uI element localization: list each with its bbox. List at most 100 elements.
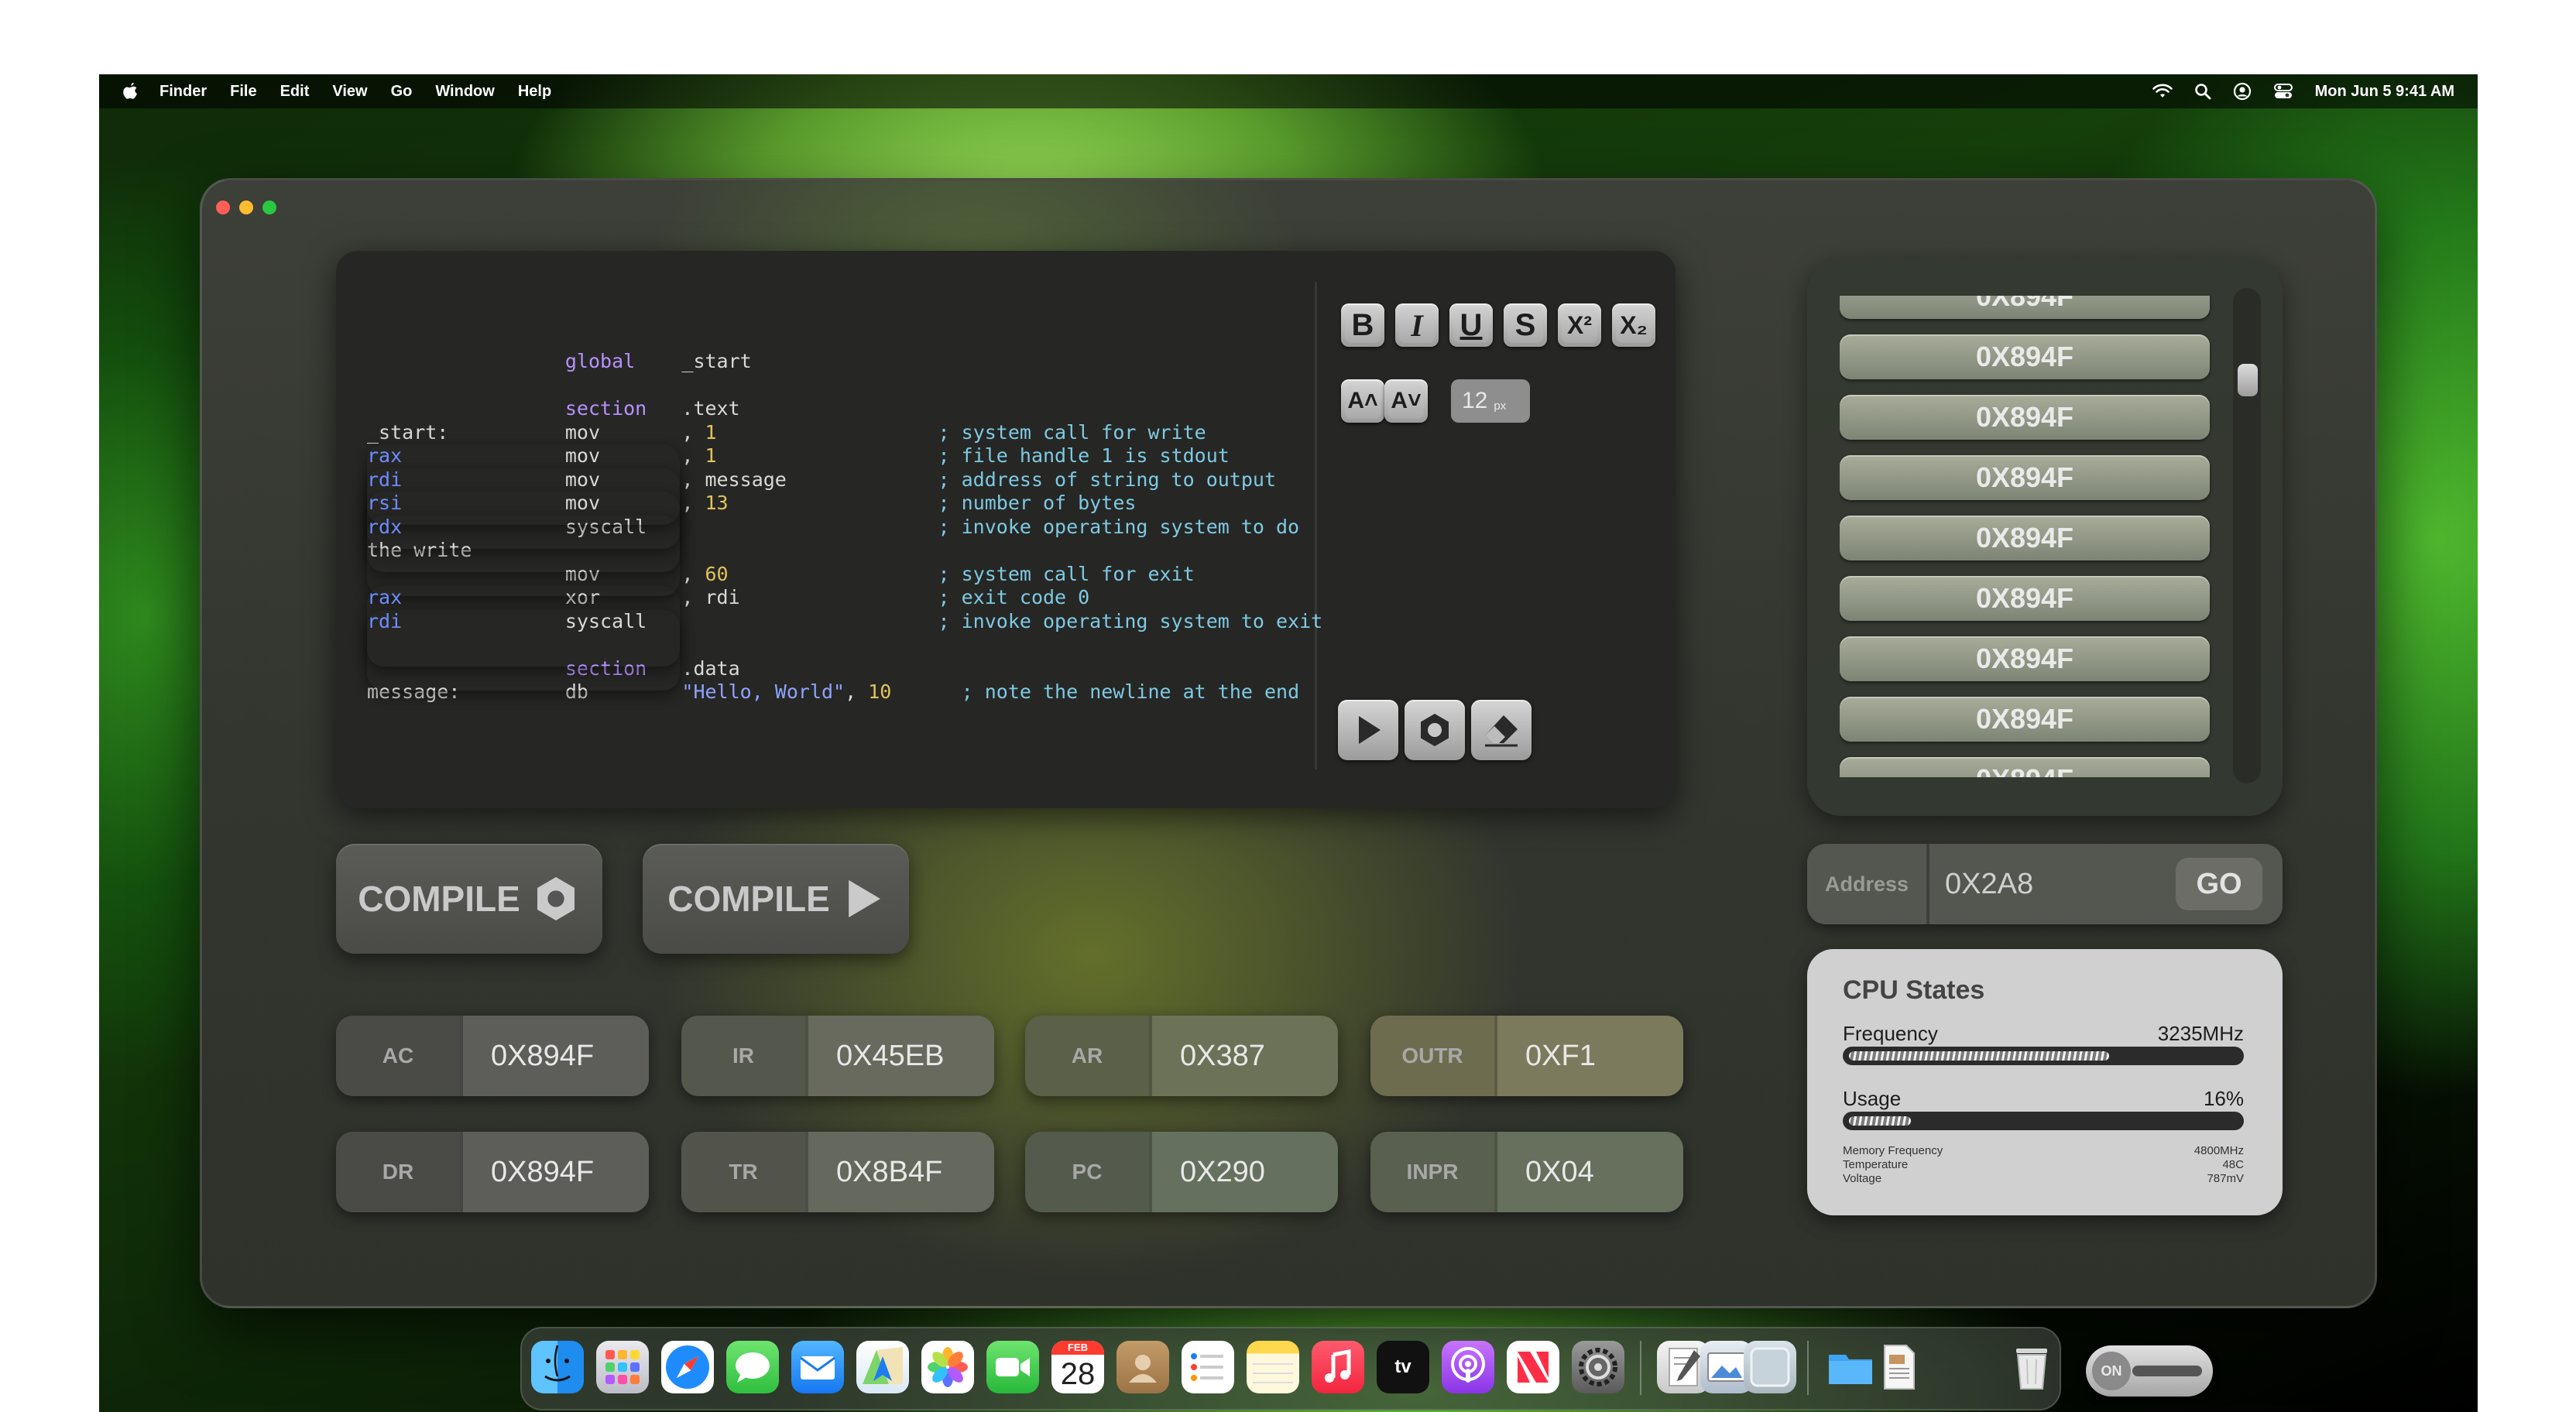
increase-font-size-icon: A˄ <box>1345 383 1381 419</box>
facetime-icon[interactable] <box>986 1341 1039 1393</box>
control-center-icon[interactable] <box>2273 83 2293 100</box>
menu-edit[interactable]: Edit <box>280 83 310 101</box>
menu-file[interactable]: File <box>230 83 256 101</box>
register-value[interactable]: 0X894F <box>460 1016 649 1096</box>
folder-icon[interactable] <box>1824 1341 1877 1393</box>
memory-cell[interactable]: 0X894F <box>1840 636 2210 681</box>
increase-font-size-button[interactable]: A˄ <box>1341 379 1384 423</box>
notes-icon[interactable] <box>1247 1341 1299 1393</box>
register-value[interactable]: 0X8B4F <box>805 1132 994 1212</box>
reminders-icon[interactable] <box>1182 1341 1234 1393</box>
news-icon[interactable] <box>1507 1341 1559 1393</box>
subscript-button[interactable]: X₂ <box>1612 303 1655 347</box>
memory-cell[interactable]: 0X894F <box>1840 757 2210 777</box>
power-toggle-track <box>2132 1366 2202 1376</box>
finder-icon[interactable] <box>531 1341 584 1393</box>
decrease-font-size-button[interactable]: A˅ <box>1384 379 1428 423</box>
system-settings-icon[interactable] <box>1572 1341 1624 1393</box>
usage-value: 16% <box>2203 1087 2244 1110</box>
font-size-field[interactable]: 12 px <box>1451 379 1530 423</box>
compile-assemble-label: COMPILE <box>358 879 520 919</box>
superscript-label: X² <box>1562 307 1597 343</box>
memory-cell[interactable]: 0X894F <box>1840 516 2210 560</box>
user-account-icon[interactable] <box>2233 82 2252 101</box>
clear-editor-button[interactable] <box>1471 700 1532 760</box>
menu-bar-clock[interactable]: Mon Jun 5 9:41 AM <box>2315 83 2454 101</box>
superscript-button[interactable]: X² <box>1558 303 1601 347</box>
apple-tv-icon[interactable]: tv <box>1377 1341 1429 1393</box>
address-label: Address <box>1807 844 1929 924</box>
underline-button[interactable]: U <box>1449 303 1493 347</box>
memory-list[interactable]: 0X894F 0X894F 0X894F 0X894F 0X894F 0X894… <box>1840 296 2213 777</box>
subscript-label: X₂ <box>1616 307 1652 343</box>
register-label: IR <box>681 1016 805 1096</box>
register-value[interactable]: 0X387 <box>1149 1016 1338 1096</box>
document-icon[interactable] <box>1872 1341 1925 1393</box>
register-value[interactable]: 0XF1 <box>1494 1016 1683 1096</box>
launchpad-icon[interactable] <box>596 1341 649 1393</box>
podcasts-icon[interactable] <box>1442 1341 1494 1393</box>
compile-run-button[interactable]: COMPILE <box>643 844 909 954</box>
memory-scroll-thumb[interactable] <box>2238 364 2258 396</box>
go-button[interactable]: GO <box>2176 858 2262 910</box>
menu-help[interactable]: Help <box>518 83 551 101</box>
compile-assemble-button[interactable]: COMPILE <box>336 844 602 954</box>
memory-cell[interactable]: 0X894F <box>1840 697 2210 742</box>
memory-cell[interactable]: 0X894F <box>1840 576 2210 621</box>
memory-cell[interactable]: 0X894F <box>1840 334 2210 379</box>
blank-window-icon[interactable] <box>1744 1341 1796 1393</box>
font-size-unit: px <box>1494 399 1507 413</box>
strikethrough-button[interactable]: S <box>1504 303 1547 347</box>
memory-cell[interactable]: 0X894F <box>1840 455 2210 500</box>
usage-bar-fill <box>1849 1116 1912 1126</box>
run-button[interactable] <box>1338 700 1398 760</box>
close-window-button[interactable] <box>216 200 230 214</box>
voltage-row: Voltage 787mV <box>1843 1172 2244 1185</box>
bold-button[interactable]: B <box>1341 303 1384 347</box>
trash-icon[interactable] <box>2005 1341 2058 1393</box>
frequency-value: 3235MHz <box>2157 1022 2244 1045</box>
photos-icon[interactable] <box>921 1341 974 1393</box>
calendar-icon[interactable]: FEB 28 <box>1051 1341 1104 1393</box>
register-value[interactable]: 0X45EB <box>805 1016 994 1096</box>
calendar-month: FEB <box>1051 1341 1104 1355</box>
contacts-icon[interactable] <box>1116 1341 1169 1393</box>
menu-window[interactable]: Window <box>435 83 494 101</box>
compile-run-label: COMPILE <box>667 879 830 919</box>
menu-go[interactable]: Go <box>391 83 413 101</box>
menu-app-name[interactable]: Finder <box>159 83 207 101</box>
register-value[interactable]: 0X290 <box>1149 1132 1338 1212</box>
zoom-window-button[interactable] <box>262 200 276 214</box>
italic-button[interactable]: I <box>1395 303 1439 347</box>
code-editor-panel: global _start section .text _start: mov … <box>336 251 1676 808</box>
minimize-window-button[interactable] <box>239 200 253 214</box>
menu-view[interactable]: View <box>332 83 367 101</box>
spotlight-search-icon[interactable] <box>2194 83 2211 100</box>
power-toggle[interactable]: ON <box>2086 1345 2213 1397</box>
register-ac: AC 0X894F <box>336 1016 649 1096</box>
music-icon[interactable] <box>1312 1341 1364 1393</box>
register-value[interactable]: 0X04 <box>1494 1132 1683 1212</box>
font-size-value: 12 <box>1462 388 1488 413</box>
wifi-icon[interactable] <box>2152 84 2173 99</box>
register-label: AC <box>336 1016 460 1096</box>
dock-separator <box>1807 1341 1809 1395</box>
register-value[interactable]: 0X894F <box>460 1132 649 1212</box>
temperature-row: Temperature 48C <box>1843 1158 2244 1171</box>
register-label: TR <box>681 1132 805 1212</box>
memory-scrollbar[interactable] <box>2233 288 2261 783</box>
apple-menu-icon[interactable] <box>122 82 139 101</box>
assemble-button[interactable] <box>1405 700 1465 760</box>
mail-icon[interactable] <box>791 1341 844 1393</box>
memory-cell[interactable]: 0X894F <box>1840 296 2210 319</box>
detail-label: Voltage <box>1843 1172 1882 1185</box>
messages-icon[interactable] <box>726 1341 779 1393</box>
code-editor-text[interactable]: global _start section .text _start: mov … <box>367 350 1322 704</box>
dock-separator <box>1640 1341 1641 1395</box>
strikethrough-label: S <box>1508 307 1543 343</box>
maps-icon[interactable] <box>856 1341 909 1393</box>
register-label: DR <box>336 1132 460 1212</box>
safari-icon[interactable] <box>661 1341 714 1393</box>
memory-cell[interactable]: 0X894F <box>1840 395 2210 440</box>
address-input[interactable] <box>1945 861 2146 907</box>
